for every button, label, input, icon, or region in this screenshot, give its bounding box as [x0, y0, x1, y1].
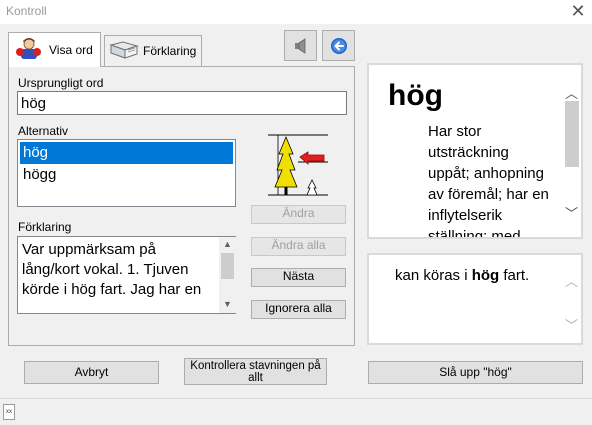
example-box: kan köras i hög fart. ︿ ﹀ [367, 253, 583, 345]
next-button[interactable]: Nästa [251, 268, 346, 287]
list-item[interactable]: högg [20, 164, 233, 186]
alternatives-list[interactable]: hög högg [17, 139, 236, 207]
original-word-input[interactable] [17, 91, 347, 115]
dictionary-box: hög Har stor utsträckning uppåt; anhopni… [367, 63, 583, 239]
list-item[interactable]: hög [20, 142, 233, 164]
close-button[interactable]: ✕ [569, 1, 587, 21]
scroll-down-icon[interactable]: ﹀ [562, 203, 581, 222]
example-keyword: hög [471, 267, 500, 284]
document-icon: xx [3, 404, 15, 420]
change-button[interactable]: Ändra [251, 205, 346, 224]
explanation-scrollbar[interactable]: ▲ ▼ [219, 237, 236, 313]
user-speaker-icon [16, 38, 41, 59]
speaker-icon [295, 38, 306, 54]
dictionary-headword: hög [388, 79, 443, 112]
dictionary-scrollbar[interactable]: ︿ ﹀ [562, 65, 581, 237]
speaker-button[interactable] [284, 30, 317, 61]
alternatives-label: Alternativ [18, 124, 69, 138]
scroll-thumb[interactable] [565, 101, 579, 167]
scroll-up-icon[interactable]: ︿ [562, 271, 581, 290]
explanation-label: Förklaring [18, 220, 72, 234]
book-icon [109, 41, 139, 59]
lookup-button[interactable]: Slå upp "hög" [368, 361, 583, 384]
cancel-button[interactable]: Avbryt [24, 361, 159, 384]
title-bar: Kontroll ✕ [0, 0, 592, 24]
back-button[interactable] [322, 30, 355, 61]
original-word-label: Ursprungligt ord [18, 76, 104, 90]
scroll-down-icon[interactable]: ﹀ [562, 315, 581, 334]
scroll-up-icon[interactable]: ︿ [562, 83, 581, 102]
scroll-down-icon[interactable]: ▼ [219, 299, 236, 309]
window-title: Kontroll [6, 4, 47, 18]
check-all-button[interactable]: Kontrollera stavningen på allt [184, 358, 327, 385]
example-scrollbar[interactable]: ︿ ﹀ [562, 255, 581, 343]
tree-size-icon [268, 134, 328, 196]
tab-forklaring-label: Förklaring [143, 44, 197, 58]
example-text: kan köras i hög fart. [395, 267, 530, 284]
explanation-box[interactable]: Var uppmärksam på lång/kort vokal. 1. Tj… [17, 236, 236, 314]
tab-forklaring[interactable]: Förklaring [104, 35, 202, 66]
explanation-text: Var uppmärksam på lång/kort vokal. 1. Tj… [22, 241, 202, 298]
tab-visa-ord[interactable]: Visa ord [8, 32, 101, 67]
scroll-up-icon[interactable]: ▲ [219, 239, 236, 249]
dictionary-definition: Har stor utsträckning uppåt; anhopning a… [428, 123, 549, 239]
status-bar: xx [0, 398, 592, 425]
tab-visa-ord-label: Visa ord [49, 43, 93, 57]
ignore-all-button[interactable]: Ignorera alla [251, 300, 346, 319]
change-all-button[interactable]: Ändra alla [251, 237, 346, 256]
back-arrow-icon [331, 38, 347, 54]
scroll-thumb[interactable] [221, 253, 234, 279]
